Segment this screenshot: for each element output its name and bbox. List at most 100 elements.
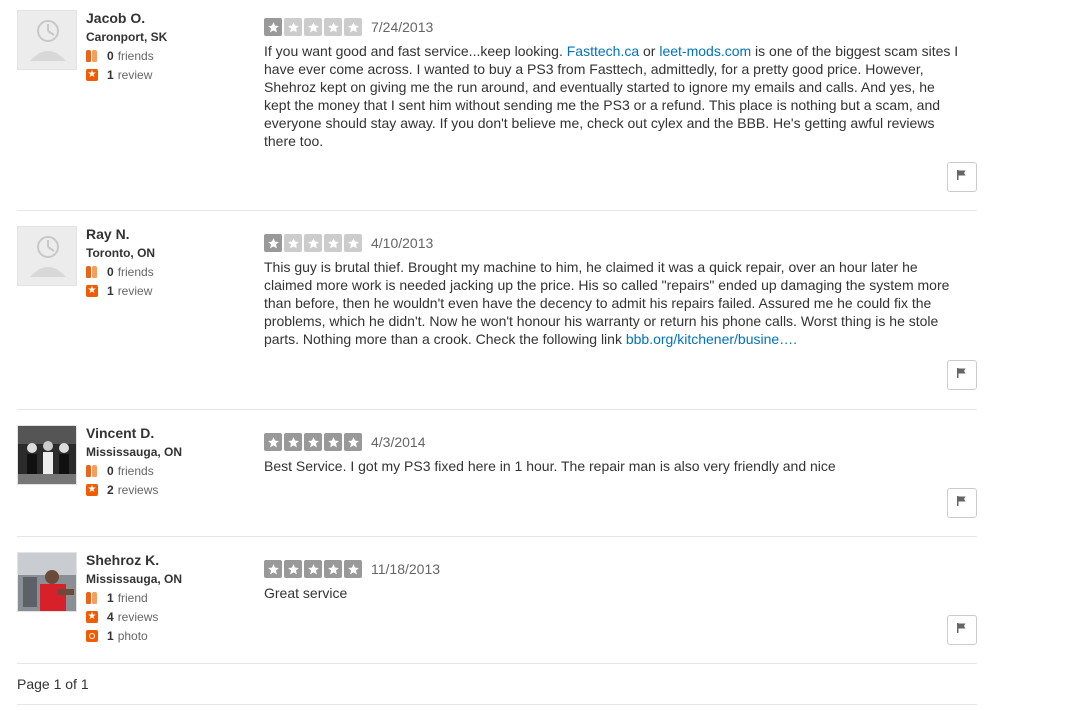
flag-review-button[interactable] xyxy=(947,360,977,390)
user-location: Toronto, ON xyxy=(86,246,156,260)
review-content: 11/18/2013 Great service xyxy=(264,560,977,602)
user-stat: ★ 1 review xyxy=(86,67,167,83)
stat-count: 0 xyxy=(107,464,114,478)
star-icon xyxy=(344,433,362,451)
star-icon xyxy=(304,433,322,451)
star-icon xyxy=(344,18,362,36)
avatar[interactable] xyxy=(17,552,77,612)
user-stat: ★ 2 reviews xyxy=(86,482,182,498)
flag-review-button[interactable] xyxy=(947,488,977,518)
friends-icon xyxy=(86,266,98,278)
stat-label: review xyxy=(117,68,153,82)
stat-label: friends xyxy=(117,49,154,63)
star-icon xyxy=(324,433,342,451)
review-date: 7/24/2013 xyxy=(371,19,434,35)
review-content: 4/10/2013 This guy is brutal thief. Broug… xyxy=(264,234,977,348)
user-stat: ★ 4 reviews xyxy=(86,609,182,625)
star-rating xyxy=(264,560,364,578)
flag-icon xyxy=(956,168,968,186)
review-item: Ray N. Toronto, ON 0 friends ★ 1 review 4/10/20… xyxy=(17,226,977,410)
review-star-icon: ★ xyxy=(86,69,98,81)
review-date: 4/3/2014 xyxy=(371,434,426,450)
star-icon xyxy=(284,18,302,36)
review-text: Best Service. I got my PS3 fixed here in… xyxy=(264,457,964,475)
avatar[interactable] xyxy=(17,10,77,70)
review-text-segment: or xyxy=(639,43,660,59)
user-name[interactable]: Ray N. xyxy=(86,226,155,243)
user-stat: 0 friends xyxy=(86,264,155,280)
user-location: Mississauga, ON xyxy=(86,572,183,586)
review-link[interactable]: Fasttech.ca xyxy=(567,43,639,59)
avatar[interactable] xyxy=(17,226,77,286)
flag-icon xyxy=(956,494,968,512)
review-text-segment: If you want good and fast service...keep… xyxy=(264,43,567,59)
flag-icon xyxy=(956,366,968,384)
user-info: Shehroz K. Mississauga, ON 1 friend ★ 4 review… xyxy=(86,552,182,644)
friends-icon xyxy=(86,465,98,477)
stat-label: review xyxy=(117,284,153,298)
star-icon xyxy=(324,234,342,252)
stat-label: photo xyxy=(117,629,148,643)
review-header: 4/10/2013 xyxy=(264,234,977,252)
stat-label: friends xyxy=(117,265,154,279)
star-icon xyxy=(324,560,342,578)
star-icon xyxy=(324,18,342,36)
user-name[interactable]: Shehroz K. xyxy=(86,552,182,569)
review-item: Shehroz K. Mississauga, ON 1 friend ★ 4 review… xyxy=(17,552,977,664)
friends-icon xyxy=(86,50,98,62)
flag-icon xyxy=(956,621,968,639)
star-icon xyxy=(264,560,282,578)
review-content: 7/24/2013 If you want good and fast servi… xyxy=(264,18,977,150)
review-text: Great service xyxy=(264,584,964,602)
user-name[interactable]: Vincent D. xyxy=(86,425,182,442)
camera-icon xyxy=(86,630,98,642)
review-header: 4/3/2014 xyxy=(264,433,977,451)
star-icon xyxy=(264,234,282,252)
user-info: Vincent D. Mississauga, ON 0 friends ★ 2 revie… xyxy=(86,425,182,498)
star-icon xyxy=(284,234,302,252)
review-star-icon: ★ xyxy=(86,484,98,496)
review-link[interactable]: leet-mods.com xyxy=(659,43,751,59)
review-star-icon: ★ xyxy=(86,285,98,297)
star-icon xyxy=(264,18,282,36)
star-icon xyxy=(304,560,322,578)
review-text: This guy is brutal thief. Brought my mac… xyxy=(264,258,964,348)
stat-count: 0 xyxy=(107,265,114,279)
review-text: If you want good and fast service...keep… xyxy=(264,42,964,150)
stat-count: 2 xyxy=(107,483,114,497)
stat-label: reviews xyxy=(117,483,159,497)
stat-count: 1 xyxy=(107,629,114,643)
flag-review-button[interactable] xyxy=(947,162,977,192)
user-stat: 1 photo xyxy=(86,628,182,644)
user-info: Ray N. Toronto, ON 0 friends ★ 1 review xyxy=(86,226,155,299)
friends-icon xyxy=(86,592,98,604)
star-rating xyxy=(264,234,364,252)
review-header: 7/24/2013 xyxy=(264,18,977,36)
user-location: Caronport, SK xyxy=(86,30,168,44)
stat-label: friends xyxy=(117,464,154,478)
review-text-segment: Great service xyxy=(264,585,348,601)
stat-count: 4 xyxy=(107,610,114,624)
star-icon xyxy=(304,234,322,252)
user-stat: 0 friends xyxy=(86,48,167,64)
star-rating xyxy=(264,18,364,36)
avatar[interactable] xyxy=(17,425,77,485)
stat-count: 1 xyxy=(107,284,114,298)
stat-count: 1 xyxy=(107,591,114,605)
review-item: Vincent D. Mississauga, ON 0 friends ★ 2 revie… xyxy=(17,425,977,537)
star-icon xyxy=(344,234,362,252)
user-name[interactable]: Jacob O. xyxy=(86,10,167,27)
user-info: Jacob O. Caronport, SK 0 friends ★ 1 review xyxy=(86,10,167,83)
star-icon xyxy=(284,560,302,578)
review-text-segment: This guy is brutal thief. Brought my mac… xyxy=(264,259,950,347)
review-link[interactable]: bbb.org/kitchener/busine…. xyxy=(626,331,797,347)
pagination-label: Page 1 of 1 xyxy=(17,676,89,692)
star-icon xyxy=(344,560,362,578)
stat-label: friend xyxy=(117,591,148,605)
star-rating xyxy=(264,433,364,451)
review-star-icon: ★ xyxy=(86,611,98,623)
user-stat: ★ 1 review xyxy=(86,283,155,299)
flag-review-button[interactable] xyxy=(947,615,977,645)
stat-count: 1 xyxy=(107,68,114,82)
review-date: 11/18/2013 xyxy=(371,561,441,577)
